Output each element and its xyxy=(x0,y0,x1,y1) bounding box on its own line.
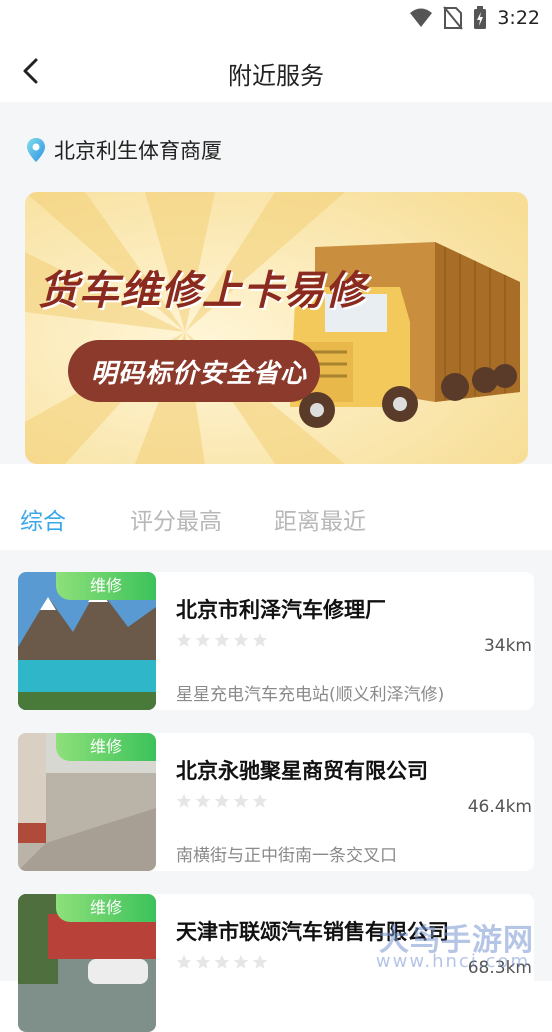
shop-name: 北京永驰聚星商贸有限公司 xyxy=(176,759,428,783)
status-bar: 3:22 xyxy=(0,0,552,40)
shop-name: 北京市利泽汽车修理厂 xyxy=(176,598,386,622)
service-badge: 维修 xyxy=(56,733,156,761)
shop-thumbnail: 维修 xyxy=(18,572,156,710)
star-icon xyxy=(195,632,211,647)
star-rating xyxy=(176,954,268,970)
star-icon xyxy=(233,954,249,969)
star-rating xyxy=(176,793,268,809)
tab-top-rated[interactable]: 评分最高 xyxy=(130,502,222,536)
wifi-icon xyxy=(410,8,433,27)
banner-graphic xyxy=(25,192,528,464)
banner-subline: 明码标价安全省心 xyxy=(91,359,308,389)
star-icon xyxy=(214,632,230,647)
page-title: 附近服务 xyxy=(228,62,324,90)
sort-tabs: 综合 评分最高 距离最近 xyxy=(0,480,552,550)
star-icon xyxy=(233,632,249,647)
star-icon xyxy=(214,954,230,969)
shop-card[interactable]: 维修 北京市利泽汽车修理厂 34km 星星充电汽车充电站(顺义利泽汽修) xyxy=(18,572,534,710)
battery-charging-icon xyxy=(474,6,487,29)
star-rating xyxy=(176,632,268,648)
star-icon xyxy=(252,793,268,808)
shop-thumbnail: 维修 xyxy=(18,733,156,871)
shop-distance: 46.4km xyxy=(467,797,532,817)
shop-address: 星星充电汽车充电站(顺义利泽汽修) xyxy=(176,685,445,705)
banner-section: 货车维修上卡易修 明码标价安全省心 xyxy=(0,192,552,464)
shop-card[interactable]: 维修 北京永驰聚星商贸有限公司 46.4km 南横街与正中街南一条交叉口 xyxy=(18,733,534,871)
tab-nearest[interactable]: 距离最近 xyxy=(274,502,366,536)
promo-banner[interactable]: 货车维修上卡易修 明码标价安全省心 xyxy=(25,192,528,464)
watermark-url: www.hnci.com xyxy=(375,951,530,972)
site-watermark: 大鸟手游网 www.hnci.com xyxy=(366,911,546,981)
star-icon xyxy=(195,793,211,808)
shop-address: 南横街与正中街南一条交叉口 xyxy=(176,846,397,866)
nav-bar: 附近服务 xyxy=(0,40,552,102)
star-icon xyxy=(252,954,268,969)
star-icon xyxy=(214,793,230,808)
service-badge: 维修 xyxy=(56,572,156,600)
shop-distance: 34km xyxy=(483,636,532,656)
no-sim-icon xyxy=(443,6,464,30)
tab-overall[interactable]: 综合 xyxy=(20,502,66,536)
star-icon xyxy=(176,793,192,808)
shop-list: 维修 北京市利泽汽车修理厂 34km 星星充电汽车充电站(顺义利泽汽修) 维修 … xyxy=(0,550,552,1032)
service-badge: 维修 xyxy=(56,894,156,922)
star-icon xyxy=(176,954,192,969)
star-icon xyxy=(233,793,249,808)
status-time: 3:22 xyxy=(497,7,540,29)
star-icon xyxy=(252,632,268,647)
location-pin-icon xyxy=(27,138,45,162)
banner-headline: 货车维修上卡易修 xyxy=(38,268,366,314)
shop-thumbnail: 维修 xyxy=(18,894,156,1032)
star-icon xyxy=(176,632,192,647)
location-bar[interactable]: 北京利生体育商厦 xyxy=(0,102,552,192)
star-icon xyxy=(195,954,211,969)
location-text: 北京利生体育商厦 xyxy=(54,139,222,163)
